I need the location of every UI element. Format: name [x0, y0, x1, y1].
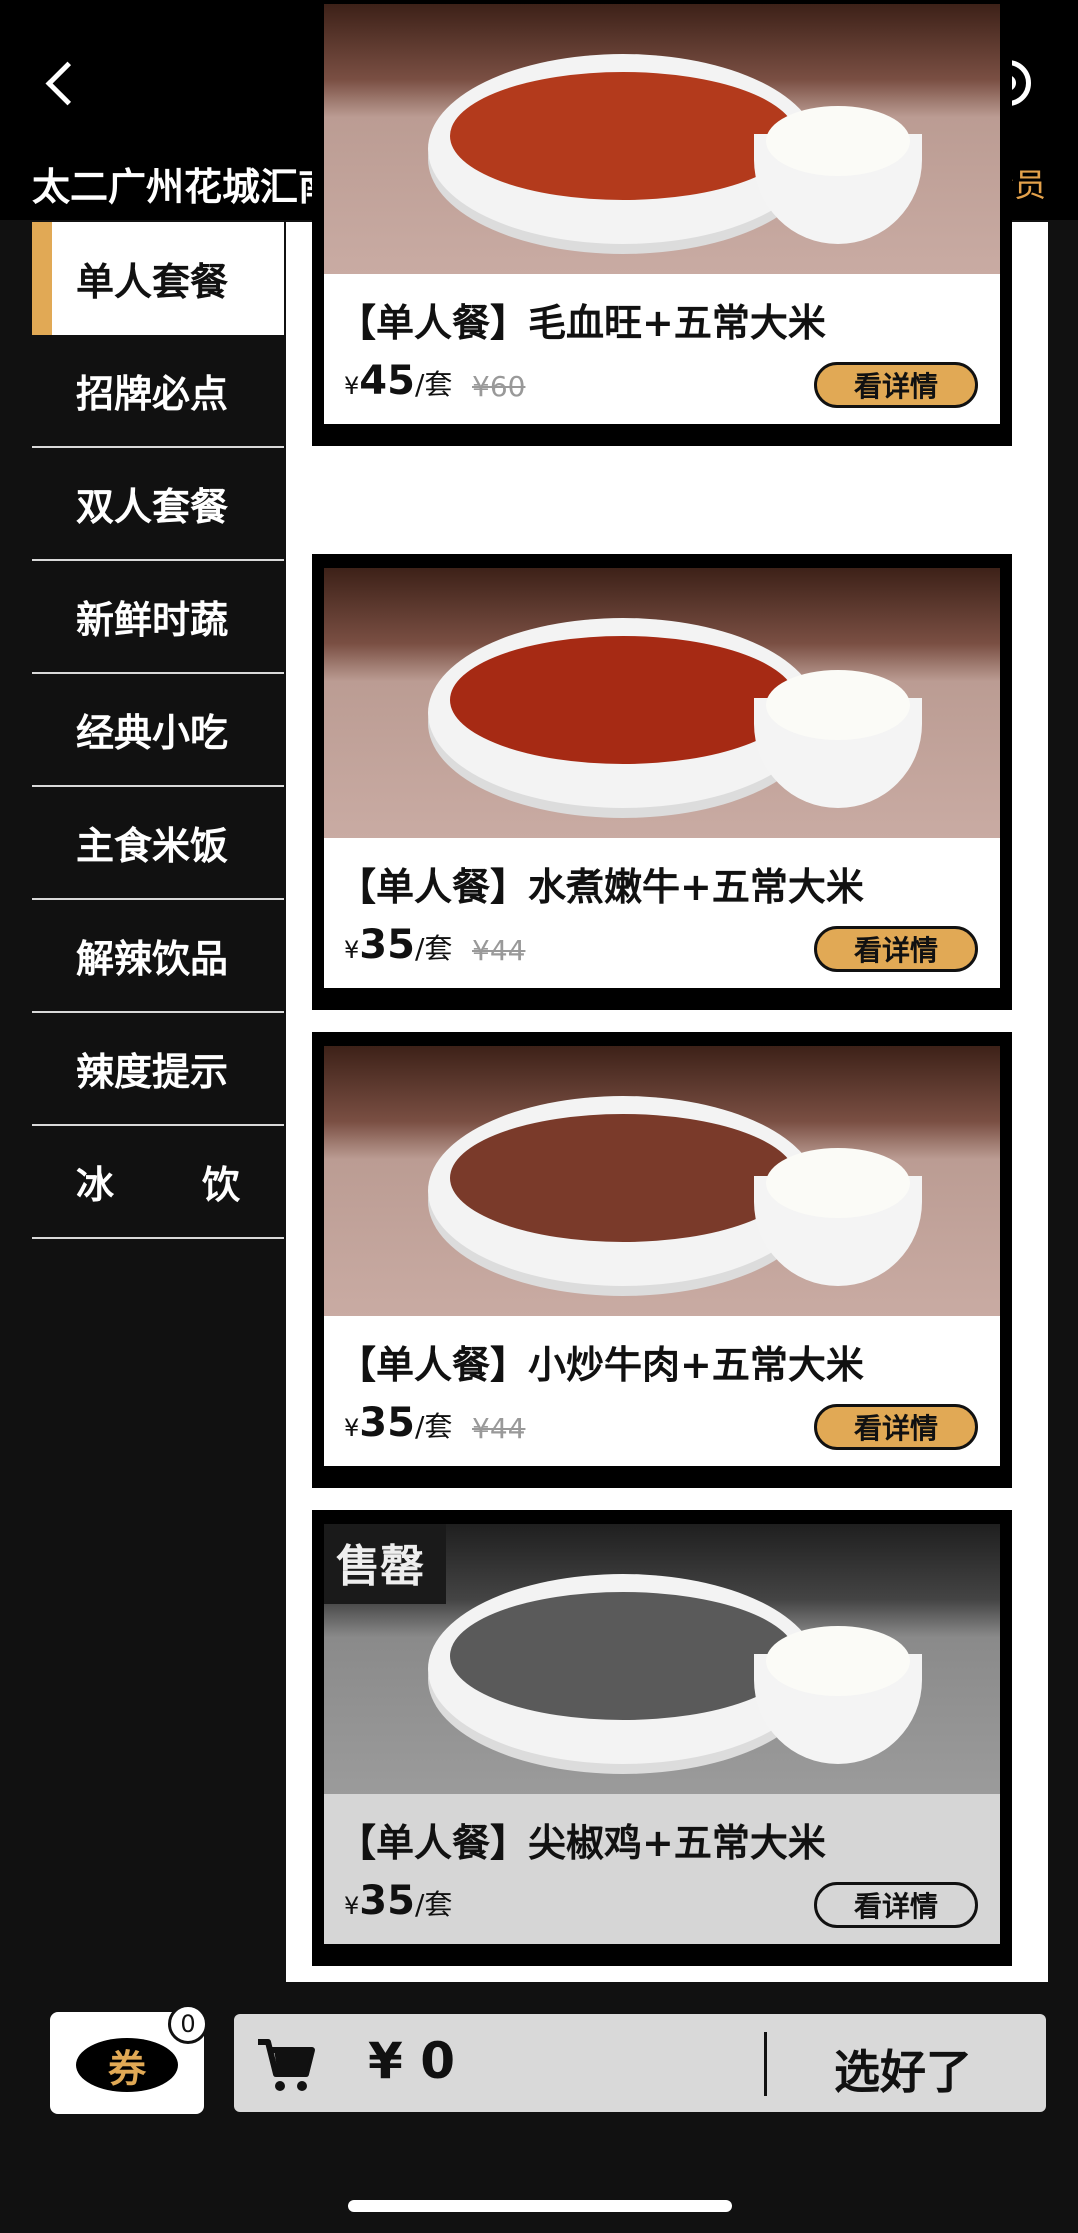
- category-label: 辣度提示: [76, 1050, 229, 1094]
- dish-photo: [324, 1046, 1000, 1316]
- dish-price: ¥35/套: [344, 1878, 453, 1924]
- dish-name: 【单人餐】水煮嫩牛+五常大米: [338, 865, 864, 909]
- category-cold-drinks[interactable]: 冰 饮: [32, 1126, 284, 1239]
- view-details-button[interactable]: 看详情: [814, 926, 978, 972]
- dish-price: ¥35/套: [344, 922, 453, 968]
- menu-card[interactable]: 【单人餐】水煮嫩牛+五常大米 ¥35/套 ¥44 看详情: [312, 554, 1012, 1010]
- menu-card[interactable]: 【单人餐】小炒牛肉+五常大米 ¥35/套 ¥44 看详情: [312, 1032, 1012, 1488]
- dish-food: [450, 1592, 796, 1720]
- category-label: 主食米饭: [76, 824, 229, 868]
- coupon-label: 券: [76, 2038, 178, 2092]
- category-label: 解辣饮品: [76, 937, 229, 981]
- menu-list[interactable]: 【单人餐】毛血旺+五常大米 ¥45/套 ¥60 看详情 【单人餐】水煮嫩牛+五常…: [286, 0, 1048, 1982]
- category-double-set[interactable]: 双人套餐: [32, 448, 284, 561]
- category-spice-level[interactable]: 辣度提示: [32, 1013, 284, 1126]
- dish-info: 【单人餐】尖椒鸡+五常大米 ¥35/套 看详情: [324, 1794, 1000, 1944]
- dish-info: 【单人餐】小炒牛肉+五常大米 ¥35/套 ¥44 看详情: [324, 1316, 1000, 1466]
- dish-food: [450, 72, 796, 200]
- dish-info: 【单人餐】水煮嫩牛+五常大米 ¥35/套 ¥44 看详情: [324, 838, 1000, 988]
- menu-card-sold-out[interactable]: 售罄 【单人餐】尖椒鸡+五常大米 ¥35/套 看详情: [312, 1510, 1012, 1966]
- category-label: 双人套餐: [76, 485, 229, 529]
- dish-food: [450, 1114, 796, 1242]
- rice-bowl: [754, 1626, 922, 1764]
- checkout-button[interactable]: 选好了: [834, 2036, 972, 2102]
- category-label: 招牌必点: [76, 372, 229, 416]
- dish-price: ¥35/套: [344, 1400, 453, 1446]
- dish-name: 【单人餐】毛血旺+五常大米: [338, 301, 826, 345]
- sold-out-stamp: 售罄: [324, 1524, 446, 1604]
- menu-card[interactable]: 【单人餐】毛血旺+五常大米 ¥45/套 ¥60 看详情: [312, 0, 1012, 446]
- category-signature[interactable]: 招牌必点: [32, 335, 284, 448]
- view-details-button[interactable]: 看详情: [814, 1404, 978, 1450]
- category-label-right: 饮: [201, 1163, 240, 1207]
- dish-photo: 售罄: [324, 1524, 1000, 1794]
- dish-price: ¥45/套: [344, 358, 453, 404]
- dish-photo: [324, 568, 1000, 838]
- cart-divider: [764, 2032, 767, 2096]
- dish-info: 【单人餐】毛血旺+五常大米 ¥45/套 ¥60 看详情: [324, 274, 1000, 424]
- home-indicator[interactable]: [348, 2200, 732, 2212]
- rice-bowl: [754, 1148, 922, 1286]
- category-single-set[interactable]: 单人套餐: [32, 222, 284, 335]
- original-price: ¥44: [472, 934, 526, 967]
- dish-name: 【单人餐】小炒牛肉+五常大米: [338, 1343, 864, 1387]
- rice-bowl: [754, 106, 922, 244]
- coupon-count-badge: 0: [168, 2004, 208, 2044]
- category-sidebar: 单人套餐 招牌必点 双人套餐 新鲜时蔬 经典小吃 主食米饭 解辣饮品 辣度提示 …: [32, 222, 284, 1239]
- category-label: 新鲜时蔬: [76, 598, 229, 642]
- category-vegetables[interactable]: 新鲜时蔬: [32, 561, 284, 674]
- category-label: 单人套餐: [76, 260, 229, 304]
- view-details-button[interactable]: 看详情: [814, 362, 978, 408]
- view-details-button[interactable]: 看详情: [814, 1882, 978, 1928]
- cart-bar[interactable]: ¥ 0 选好了: [234, 2014, 1046, 2112]
- cart-total: ¥ 0: [368, 2032, 455, 2090]
- dish-food: [450, 636, 796, 764]
- original-price: ¥44: [472, 1412, 526, 1445]
- category-label: 经典小吃: [76, 711, 229, 755]
- category-label: 冰 饮: [76, 1154, 240, 1209]
- shopping-cart-icon[interactable]: [254, 2032, 318, 2096]
- category-label-left: 冰: [76, 1163, 152, 1207]
- original-price: ¥60: [472, 370, 526, 403]
- category-snacks[interactable]: 经典小吃: [32, 674, 284, 787]
- dish-name: 【单人餐】尖椒鸡+五常大米: [338, 1821, 826, 1865]
- category-staple-rice[interactable]: 主食米饭: [32, 787, 284, 900]
- rice-bowl: [754, 670, 922, 808]
- dish-photo: [324, 4, 1000, 274]
- category-drinks[interactable]: 解辣饮品: [32, 900, 284, 1013]
